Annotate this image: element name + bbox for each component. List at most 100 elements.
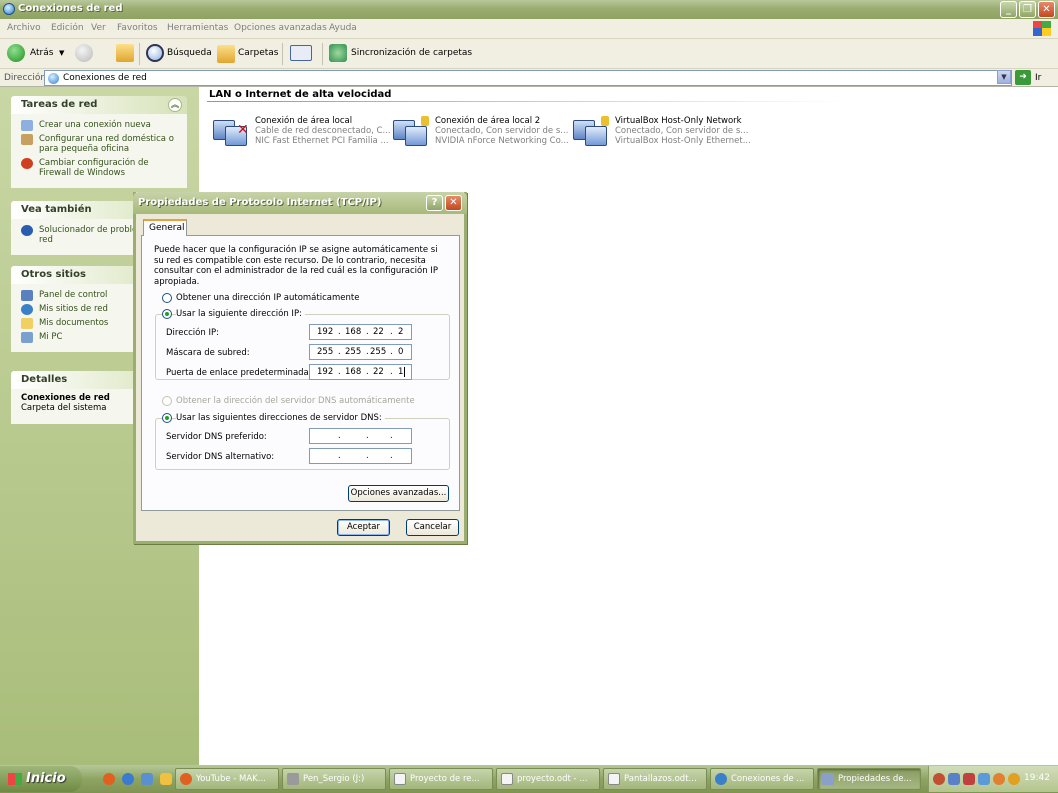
general-tab-panel: Puede hacer que la configuración IP se a… <box>141 235 460 511</box>
task-firewall[interactable]: Cambiar configuración de Firewall de Win… <box>21 158 183 178</box>
menu-ver[interactable]: Ver <box>91 23 106 33</box>
folders-button-label[interactable]: Carpetas <box>238 48 278 58</box>
folder-icon[interactable] <box>160 773 172 785</box>
text-cursor <box>404 367 405 377</box>
toolbar: Atrás ▼ Búsqueda Carpetas Sincronización… <box>0 39 1058 69</box>
radio-auto-ip[interactable] <box>162 293 172 303</box>
home-network-icon <box>21 134 33 145</box>
minimize-button[interactable]: _ <box>1000 1 1017 18</box>
task-home-network[interactable]: Configurar una red doméstica o para pequ… <box>21 134 183 154</box>
panel-title[interactable]: Tareas de red ︽ <box>11 96 187 114</box>
taskbar-task[interactable]: YouTube - MAK... <box>175 768 279 790</box>
menu-opciones-avanzadas[interactable]: Opciones avanzadas <box>234 23 327 33</box>
firefox-icon[interactable] <box>103 773 115 785</box>
manual-dns-label[interactable]: Usar las siguientes direcciones de servi… <box>176 413 385 423</box>
ok-button[interactable]: Aceptar <box>337 519 390 536</box>
alternate-dns-input[interactable]: ... <box>309 448 412 464</box>
ip-address-input[interactable]: 192. 168. 22. 2 <box>309 324 412 340</box>
sync-icon[interactable] <box>329 44 347 62</box>
advanced-button[interactable]: Opciones avanzadas... <box>348 485 449 502</box>
tab-general[interactable]: General <box>143 219 187 236</box>
taskbar-task[interactable]: Conexiones de ... <box>710 768 814 790</box>
back-arrow-icon[interactable] <box>7 44 25 62</box>
firewall-icon <box>21 158 33 169</box>
network-connections-icon <box>48 73 59 84</box>
taskbar-task[interactable]: proyecto.odt - ... <box>496 768 600 790</box>
taskbar-task[interactable]: Pantallazos.odt... <box>603 768 707 790</box>
radio-manual-ip[interactable] <box>162 309 172 319</box>
forward-arrow-icon[interactable] <box>75 44 93 62</box>
menu-ayuda[interactable]: Ayuda <box>329 23 357 33</box>
connection-item[interactable]: VirtualBox Host-Only Network Conectado, … <box>571 114 751 154</box>
address-input[interactable]: Conexiones de red <box>44 70 1012 86</box>
control-panel-icon <box>21 290 33 301</box>
gateway-label: Puerta de enlace predeterminada: <box>166 368 312 378</box>
task-create-connection[interactable]: Crear una conexión nueva <box>21 120 183 131</box>
radio-manual-dns[interactable] <box>162 413 172 423</box>
network-tray-icon[interactable] <box>948 773 960 785</box>
help-button[interactable]: ? <box>426 195 443 211</box>
subnet-mask-input[interactable]: 255. 255. 255. 0 <box>309 344 412 360</box>
taskbar-task[interactable]: Pen_Sergio (J:) <box>282 768 386 790</box>
back-button-label[interactable]: Atrás <box>30 48 53 58</box>
alternate-dns-label: Servidor DNS alternativo: <box>166 452 275 462</box>
connection-device: VirtualBox Host-Only Ethernet... <box>615 136 751 146</box>
sync-button-label[interactable]: Sincronización de carpetas <box>351 48 472 58</box>
info-icon <box>21 225 33 236</box>
search-button-label[interactable]: Búsqueda <box>167 48 212 58</box>
menu-bar: Archivo Edición Ver Favoritos Herramient… <box>0 19 1058 39</box>
show-desktop-icon[interactable] <box>141 773 153 785</box>
documents-icon <box>21 318 33 329</box>
go-button-label[interactable]: Ir <box>1035 73 1041 83</box>
menu-edicion[interactable]: Edición <box>51 23 84 33</box>
document-icon <box>501 773 513 785</box>
menu-herramientas[interactable]: Herramientas <box>167 23 228 33</box>
radio-auto-dns[interactable] <box>162 396 172 406</box>
windows-logo-icon <box>8 773 22 785</box>
auto-dns-label[interactable]: Obtener la dirección del servidor DNS au… <box>176 396 415 406</box>
update-tray-icon[interactable] <box>993 773 1005 785</box>
auto-ip-label[interactable]: Obtener una dirección IP automáticamente <box>176 293 359 303</box>
network-tray-icon[interactable] <box>978 773 990 785</box>
dialog-title: Propiedades de Protocolo Internet (TCP/I… <box>138 197 382 208</box>
views-icon[interactable] <box>290 45 312 61</box>
menu-archivo[interactable]: Archivo <box>7 23 41 33</box>
preferred-dns-input[interactable]: ... <box>309 428 412 444</box>
folder-up-icon[interactable] <box>116 44 134 62</box>
network-properties-icon <box>822 773 834 785</box>
connection-item[interactable]: ✕ Conexión de área local Cable de red de… <box>211 114 391 154</box>
address-dropdown-icon[interactable]: ▼ <box>997 70 1011 84</box>
folders-icon[interactable] <box>217 45 235 63</box>
network-adapter-icon <box>571 116 609 152</box>
security-tray-icon[interactable] <box>963 773 975 785</box>
window-title-bar[interactable]: Conexiones de red _ ❐ ✕ <box>0 0 1058 19</box>
gateway-input[interactable]: 192. 168. 22. 1 <box>309 364 412 380</box>
maximize-button[interactable]: ❐ <box>1019 1 1036 18</box>
taskbar-task[interactable]: Proyecto de re... <box>389 768 493 790</box>
collapse-chevron-icon[interactable]: ︽ <box>168 98 182 112</box>
menu-favoritos[interactable]: Favoritos <box>117 23 158 33</box>
close-button[interactable]: ✕ <box>1038 1 1055 18</box>
taskbar-task-active[interactable]: Propiedades de... <box>817 768 921 790</box>
computer-icon <box>21 332 33 343</box>
ie-icon[interactable] <box>122 773 134 785</box>
start-button[interactable]: Inicio <box>0 766 82 792</box>
connection-status: Conectado, Con servidor de s... <box>435 126 569 136</box>
windows-logo-icon <box>1033 21 1051 36</box>
manual-ip-label[interactable]: Usar la siguiente dirección IP: <box>176 309 305 319</box>
address-label: Dirección <box>4 73 47 83</box>
dialog-close-button[interactable]: ✕ <box>445 195 462 211</box>
connection-name: VirtualBox Host-Only Network <box>615 116 742 126</box>
connection-status: Conectado, Con servidor de s... <box>615 126 749 136</box>
tray-expand-icon[interactable] <box>933 773 945 785</box>
back-dropdown-icon[interactable]: ▼ <box>59 49 64 57</box>
cancel-button[interactable]: Cancelar <box>406 519 459 536</box>
dialog-title-bar[interactable]: Propiedades de Protocolo Internet (TCP/I… <box>133 192 467 214</box>
clock[interactable]: 19:42 <box>1024 773 1050 783</box>
go-arrow-icon[interactable]: ➜ <box>1015 70 1031 85</box>
search-icon[interactable] <box>146 44 164 62</box>
network-adapter-icon <box>391 116 429 152</box>
connection-item[interactable]: Conexión de área local 2 Conectado, Con … <box>391 114 569 154</box>
connection-device: NVIDIA nForce Networking Co... <box>435 136 569 146</box>
app-tray-icon[interactable] <box>1008 773 1020 785</box>
